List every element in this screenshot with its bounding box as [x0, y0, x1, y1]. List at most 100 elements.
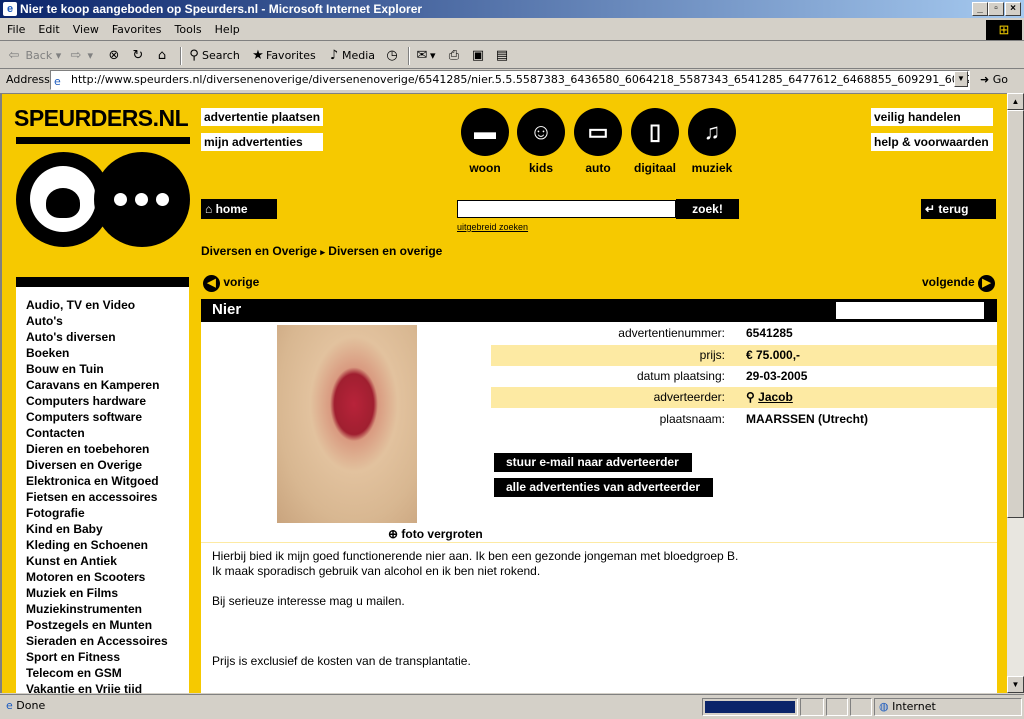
menu-tools[interactable]: Tools	[168, 19, 208, 36]
sidebar-item[interactable]: Auto's diversen	[26, 329, 189, 345]
menu-edit[interactable]: Edit	[31, 19, 65, 36]
site-logo[interactable]: SPEURDERS.NL	[14, 105, 189, 132]
site-search-button[interactable]: zoek!	[676, 199, 739, 219]
sidebar-item[interactable]: Fotografie	[26, 505, 189, 521]
sidebar-item[interactable]: Sport en Fitness	[26, 649, 189, 665]
search-button[interactable]: ⚲ Search	[186, 47, 240, 65]
description-line: Ik maak sporadisch gebruik van alcohol e…	[212, 564, 541, 578]
sidebar-item[interactable]: Muziek en Films	[26, 585, 189, 601]
favorites-button[interactable]: ★ Favorites	[250, 47, 316, 65]
mail-button[interactable]: ✉ ▾	[414, 47, 436, 65]
sidebar-item[interactable]: Motoren en Scooters	[26, 569, 189, 585]
menu-file[interactable]: File	[0, 19, 31, 36]
sidebar-item[interactable]: Elektronica en Witgoed	[26, 473, 189, 489]
print-icon: ⎙	[448, 48, 460, 63]
address-dropdown[interactable]: ▼	[954, 71, 968, 87]
back-button[interactable]: ⇦ Back ▾	[6, 47, 62, 65]
car-icon: ▭	[574, 108, 622, 156]
site-search-input[interactable]	[457, 200, 676, 218]
sidebar-item[interactable]: Diversen en Overige	[26, 457, 189, 473]
email-advertiser-button[interactable]: stuur e-mail naar adverteerder	[494, 453, 692, 472]
globe-icon: ◍	[879, 700, 889, 713]
window-title-bar: e Nier te koop aangeboden op Speurders.n…	[0, 0, 1024, 18]
refresh-icon: ↻	[132, 48, 144, 63]
menu-view[interactable]: View	[66, 19, 105, 36]
advanced-search-link[interactable]: uitgebreid zoeken	[457, 222, 528, 232]
refresh-button[interactable]: ↻	[130, 47, 146, 65]
sidebar-item[interactable]: Bouw en Tuin	[26, 361, 189, 377]
stop-button[interactable]: ⊗	[106, 47, 122, 65]
discuss-button[interactable]: ▤	[494, 47, 510, 65]
mail-icon: ✉	[416, 48, 428, 63]
detail-row: plaatsnaam: MAARSSEN (Utrecht)	[659, 412, 869, 426]
sidebar-item[interactable]: Boeken	[26, 345, 189, 361]
page-viewport: SPEURDERS.NL advertentie plaatsen mijn a…	[0, 93, 1007, 693]
sidebar-item[interactable]: Sieraden en Accessoires	[26, 633, 189, 649]
media-icon: ♪	[329, 48, 339, 63]
close-button[interactable]: ×	[1005, 2, 1021, 16]
sidebar-item[interactable]: Kleding en Schoenen	[26, 537, 189, 553]
forward-button[interactable]: ⇨ ▾	[68, 47, 93, 65]
home-link[interactable]: ⌂ home	[201, 199, 277, 219]
category-digitaal[interactable]: ▯ digitaal	[627, 108, 683, 175]
next-link[interactable]: volgende ▶	[922, 275, 996, 292]
edit-button[interactable]: ▣	[470, 47, 486, 65]
maximize-button[interactable]: ▫	[988, 2, 1004, 16]
advertiser-link[interactable]: Jacob	[758, 390, 793, 404]
sidebar-item[interactable]: Dieren en toebehoren	[26, 441, 189, 457]
all-ads-button[interactable]: alle advertenties van adverteerder	[494, 478, 713, 497]
status-cell	[850, 698, 872, 716]
description-line	[212, 639, 982, 654]
sidebar-item[interactable]: Telecom en GSM	[26, 665, 189, 681]
category-auto[interactable]: ▭ auto	[570, 108, 626, 175]
sidebar-item[interactable]: Auto's	[26, 313, 189, 329]
sidebar-item[interactable]: Kind en Baby	[26, 521, 189, 537]
home-button[interactable]: ⌂	[154, 47, 170, 65]
sidebar-item[interactable]: Fietsen en accessoires	[26, 489, 189, 505]
detail-row: adverteerder: ⚲ Jacob	[491, 387, 997, 408]
my-ads-link[interactable]: mijn advertenties	[201, 133, 323, 151]
status-cell	[800, 698, 824, 716]
enlarge-photo-link[interactable]: ⊕ foto vergroten	[388, 527, 483, 541]
scroll-down-button[interactable]: ▼	[1007, 676, 1024, 693]
vertical-scrollbar[interactable]: ▲ ▼	[1007, 93, 1024, 693]
back-arrow-icon: ⇦	[8, 48, 20, 63]
description-line: Prijs is exclusief de kosten van de tran…	[212, 654, 471, 668]
sidebar-item[interactable]: Caravans en Kamperen	[26, 377, 189, 393]
sidebar-item[interactable]: Kunst en Antiek	[26, 553, 189, 569]
previous-link[interactable]: ◀ vorige	[203, 275, 259, 292]
back-link[interactable]: ↵ terug	[921, 199, 996, 219]
print-button[interactable]: ⎙	[446, 47, 462, 65]
scroll-thumb[interactable]	[1007, 110, 1024, 518]
go-button[interactable]: ➜ Go	[980, 73, 1008, 86]
ad-photo[interactable]	[277, 325, 417, 523]
status-bar: e Done ◍ Internet	[0, 694, 1024, 719]
category-kids[interactable]: ☺ kids	[513, 108, 569, 175]
safe-trading-link[interactable]: veilig handelen	[871, 108, 993, 126]
menu-favorites[interactable]: Favorites	[105, 19, 168, 36]
description-line: Hierbij bied ik mijn goed functionerende…	[212, 549, 739, 563]
media-button[interactable]: ♪ Media	[326, 47, 375, 65]
history-button[interactable]: ◷	[384, 47, 400, 65]
address-input[interactable]: e http://www.speurders.nl/diversenenoveri…	[50, 70, 970, 90]
minimize-button[interactable]: _	[972, 2, 988, 16]
breadcrumb-item[interactable]: Diversen en overige	[328, 244, 442, 258]
sidebar-item[interactable]: Computers software	[26, 409, 189, 425]
sidebar-item[interactable]: Vakantie en Vrije tijd	[26, 681, 189, 693]
stop-icon: ⊗	[108, 48, 120, 63]
breadcrumb-item[interactable]: Diversen en Overige	[201, 244, 317, 258]
scroll-up-button[interactable]: ▲	[1007, 93, 1024, 110]
sidebar-item[interactable]: Muziekinstrumenten	[26, 601, 189, 617]
help-terms-link[interactable]: help & voorwaarden	[871, 133, 993, 151]
description-line	[212, 624, 982, 639]
place-ad-link[interactable]: advertentie plaatsen	[201, 108, 323, 126]
menu-help[interactable]: Help	[208, 19, 246, 36]
sidebar-item[interactable]: Audio, TV en Video	[26, 297, 189, 313]
sidebar-item[interactable]: Computers hardware	[26, 393, 189, 409]
sidebar-item[interactable]: Postzegels en Munten	[26, 617, 189, 633]
category-muziek[interactable]: ♫ muziek	[684, 108, 740, 175]
ad-title: Nier	[212, 301, 242, 318]
sidebar-item[interactable]: Contacten	[26, 425, 189, 441]
category-woon[interactable]: ▬ woon	[457, 108, 513, 175]
description-line	[212, 579, 982, 594]
